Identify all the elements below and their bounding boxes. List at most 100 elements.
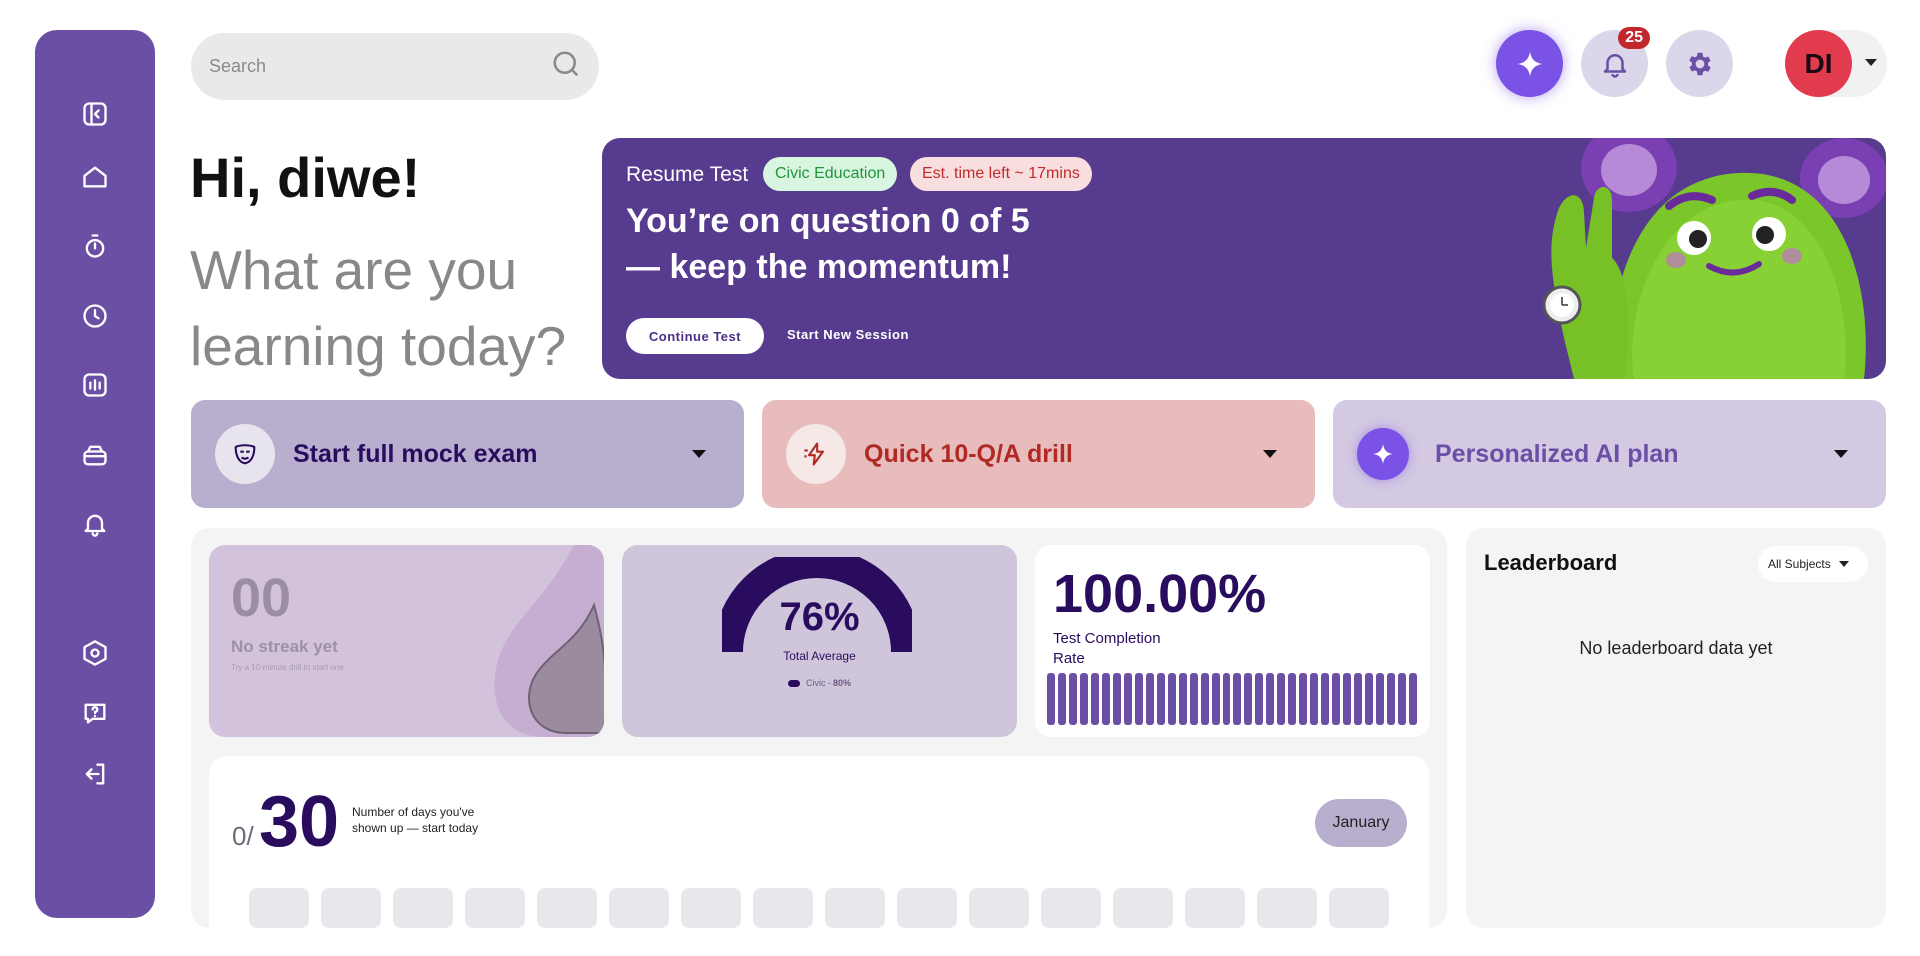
completion-bar [1255, 673, 1264, 725]
completion-bar [1101, 673, 1110, 725]
ai-assistant-button[interactable] [1496, 30, 1563, 97]
day-cell[interactable] [897, 888, 957, 928]
days-shown: 0/ [232, 821, 254, 851]
completion-bar [1057, 673, 1066, 725]
subject-filter-label: All Subjects [1768, 557, 1831, 571]
day-cell[interactable] [681, 888, 741, 928]
chevron-down-icon[interactable] [1263, 450, 1277, 458]
stopwatch-icon[interactable] [79, 230, 111, 262]
hero-headline: You’re on question 0 of 5 — keep the mom… [626, 202, 1030, 286]
day-cell[interactable] [249, 888, 309, 928]
chevron-down-icon[interactable] [1865, 59, 1877, 66]
collapse-sidebar-icon[interactable] [79, 98, 111, 130]
completion-bar [1354, 673, 1363, 725]
completion-bar [1134, 673, 1143, 725]
completion-bar [1090, 673, 1099, 725]
completion-bar [1376, 673, 1385, 725]
completion-bar [1156, 673, 1165, 725]
stats-icon[interactable] [79, 369, 111, 401]
completion-bar [1299, 673, 1308, 725]
settings-button[interactable] [1666, 30, 1733, 97]
search-input[interactable] [209, 56, 551, 77]
day-cell[interactable] [393, 888, 453, 928]
mask-icon [215, 424, 275, 484]
flame-icon [494, 545, 604, 737]
average-legend: Civic - 80% [622, 678, 1017, 688]
day-cell[interactable] [465, 888, 525, 928]
completion-label: Test Completion Rate [1053, 630, 1161, 667]
logout-icon[interactable] [79, 758, 111, 790]
briefcase-icon[interactable] [79, 439, 111, 471]
gear-icon [1688, 52, 1711, 75]
profile-menu[interactable]: DI [1785, 30, 1887, 97]
day-cell[interactable] [969, 888, 1029, 928]
day-grid [249, 888, 1389, 928]
day-cell[interactable] [825, 888, 885, 928]
day-cell[interactable] [1113, 888, 1173, 928]
average-value: 76% [779, 595, 860, 639]
day-cell[interactable] [537, 888, 597, 928]
completion-bar [1200, 673, 1209, 725]
subject-filter[interactable]: All Subjects [1758, 546, 1868, 582]
continue-test-button[interactable]: Continue Test [626, 318, 764, 354]
completion-bar [1112, 673, 1121, 725]
home-icon[interactable] [79, 161, 111, 193]
day-cell[interactable] [1185, 888, 1245, 928]
chevron-down-icon[interactable] [692, 450, 706, 458]
search-icon[interactable] [551, 49, 581, 84]
legend-subject: Civic - [805, 678, 831, 688]
days-total: 30 [259, 782, 340, 862]
streak-value: 00 [231, 568, 292, 628]
sidebar [35, 30, 155, 918]
clock-icon[interactable] [79, 300, 111, 332]
completion-bar [1310, 673, 1319, 725]
chevron-down-icon[interactable] [1834, 450, 1848, 458]
attendance-note: Number of days you've shown up — start t… [352, 805, 479, 835]
completion-bar [1332, 673, 1341, 725]
day-cell[interactable] [609, 888, 669, 928]
resume-test-banner: Resume Test Civic Education Est. time le… [602, 138, 1886, 379]
settings-hex-icon[interactable] [79, 637, 111, 669]
completion-bar [1408, 673, 1417, 725]
greeting-subtitle: What are you learning today? [190, 239, 567, 377]
quick-drill-card[interactable]: Quick 10-Q/A drill [762, 400, 1315, 508]
resume-label: Resume Test [626, 163, 749, 186]
day-cell[interactable] [1257, 888, 1317, 928]
completion-bar [1211, 673, 1220, 725]
day-cell[interactable] [1329, 888, 1389, 928]
completion-bar [1365, 673, 1374, 725]
day-cell[interactable] [1041, 888, 1101, 928]
start-new-session-button[interactable]: Start New Session [787, 327, 909, 342]
avatar[interactable]: DI [1785, 30, 1852, 97]
completion-bar [1244, 673, 1253, 725]
chevron-down-icon [1838, 561, 1849, 567]
completion-bar [1189, 673, 1198, 725]
month-selector[interactable]: January [1315, 799, 1407, 847]
day-cell[interactable] [321, 888, 381, 928]
help-icon[interactable] [79, 697, 111, 729]
completion-bar [1321, 673, 1330, 725]
attendance-card: 0/ 30 Number of days you've shown up — s… [209, 756, 1429, 956]
day-cell[interactable] [753, 888, 813, 928]
search-bar [191, 33, 599, 100]
bell-icon [1603, 53, 1626, 78]
completion-bar [1288, 673, 1297, 725]
notifications-button[interactable]: 25 [1581, 27, 1650, 97]
leaderboard-title: Leaderboard [1484, 550, 1618, 575]
streak-label: No streak yet [231, 637, 338, 656]
completion-bar [1343, 673, 1352, 725]
completion-bar [1047, 673, 1055, 725]
mock-exam-card[interactable]: Start full mock exam [191, 400, 744, 508]
bell-icon[interactable] [79, 508, 111, 540]
completion-bar [1145, 673, 1154, 725]
legend-value: 80% [832, 678, 851, 688]
subject-tag: Civic Education [763, 157, 898, 191]
notification-badge: 25 [1618, 27, 1650, 49]
completion-card: 100.00% Test Completion Rate [1035, 545, 1430, 737]
ai-plan-label: Personalized AI plan [1435, 440, 1679, 468]
streak-hint: Try a 10-minute drill to start one [231, 663, 344, 672]
completion-bar [1079, 673, 1088, 725]
lightning-icon [786, 424, 846, 484]
time-left-tag: Est. time left ~ 17mins [910, 157, 1092, 191]
ai-plan-card[interactable]: Personalized AI plan [1333, 400, 1886, 508]
